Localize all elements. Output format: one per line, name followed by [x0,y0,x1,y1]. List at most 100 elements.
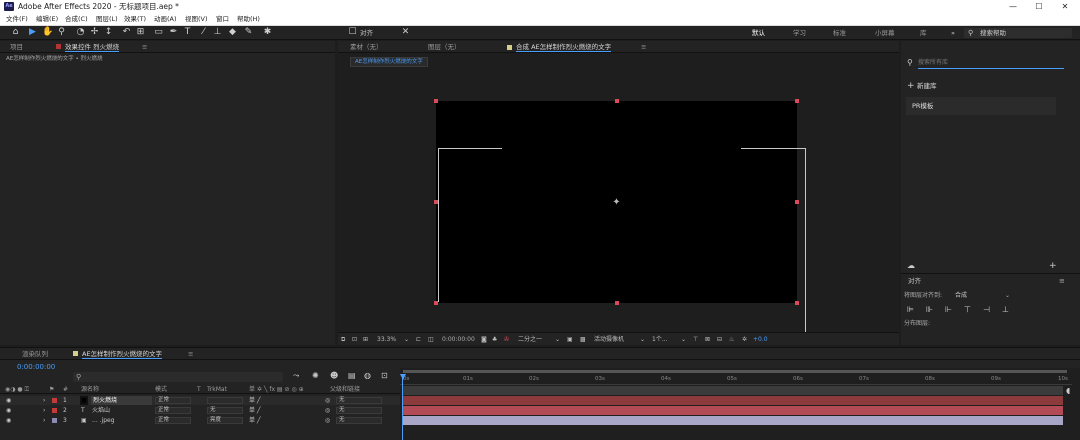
views-dropdown[interactable]: 1个... [652,334,668,345]
column-mode[interactable]: 模式 [155,385,167,394]
layer-label-color[interactable] [52,408,57,413]
menu-file[interactable]: 文件(F) [6,14,28,25]
timeline-current-time[interactable]: 0:00:00:00 [17,362,55,372]
clone-stamp-tool-icon[interactable]: ⊥ [212,27,223,38]
fast-previews-icon[interactable]: ⊠ [705,334,710,345]
snap-options-icon[interactable]: ✕ [400,27,411,38]
column-trkmat[interactable]: TrkMat [207,385,227,394]
region-of-interest-icon[interactable]: ▣ [567,334,573,345]
expand-arrow-icon[interactable]: › [43,406,45,415]
transform-handle[interactable] [795,99,799,103]
library-item[interactable]: PR模板 [906,97,1056,115]
eye-icon[interactable]: ◉ [6,416,11,425]
roto-brush-tool-icon[interactable]: ✎ [243,27,254,38]
pan-tool-icon[interactable]: ✢ [89,27,100,38]
rectangle-tool-icon[interactable]: ▭ [153,27,164,38]
zoom-dropdown[interactable]: 33.3% [377,334,396,345]
menu-edit[interactable]: 编辑(E) [36,14,58,25]
workspace-standard[interactable]: 标准 [833,28,846,38]
chevron-down-icon[interactable]: ⌄ [555,334,560,345]
visibility-column-icon[interactable]: ◉◑ ● ⚿ [5,385,29,394]
library-search-input[interactable]: 搜索所有库 [918,58,1064,69]
menu-layer[interactable]: 图层(L) [96,14,118,25]
tab-footage[interactable]: 素材（无） [350,41,383,53]
home-icon[interactable]: ⌂ [10,27,21,38]
maximize-button[interactable]: ☐ [1026,0,1052,13]
comp-breadcrumb-chip[interactable]: AE怎样制作烈火燃烧的文字 [350,57,428,67]
motion-blur-icon[interactable]: ◍ [364,370,371,382]
toggle-transparency-icon[interactable]: ▩ [580,334,586,345]
transform-handle[interactable] [795,200,799,204]
comp-flowchart-icon[interactable]: ⤳ [293,370,299,382]
grid-icon[interactable]: ⊞ [363,334,368,345]
tab-project[interactable]: 项目 [10,41,23,53]
tab-render-queue[interactable]: 渲染队列 [22,348,48,360]
menu-animation[interactable]: 动画(A) [154,14,177,25]
tab-timeline-comp[interactable]: AE怎样制作烈火燃烧的文字 [82,348,163,360]
layer-row[interactable]: ◉ › 2 T 火焰山 正常 无 单 ╱ ◎ 无 [0,406,400,415]
toggle-pixel-aspect-icon[interactable]: ⊤ [693,334,698,345]
align-bottom-icon[interactable]: ⊥ [1002,305,1009,315]
layer-name[interactable]: 火焰山 [92,406,110,415]
orbit-tool-icon[interactable]: ◔ [75,27,86,38]
layer-label-color[interactable] [52,398,57,403]
expand-arrow-icon[interactable]: › [43,396,45,405]
workspace-default[interactable]: 默认 [752,28,765,38]
add-icon[interactable]: + [907,81,915,91]
snap-checkbox-icon[interactable]: ☐ [347,27,358,38]
layer-parent-dropdown[interactable]: 无 [336,417,382,424]
layer-search-input[interactable]: ⚲ [73,372,283,382]
layer-name[interactable]: 烈火燃烧 [91,396,152,405]
playhead-line[interactable] [402,378,403,440]
layer-trkmat-dropdown[interactable]: 亮度 [207,417,243,424]
layer-mode-dropdown[interactable]: 正常 [155,407,191,414]
layer-parent-dropdown[interactable]: 无 [336,407,382,414]
menu-view[interactable]: 视图(V) [185,14,208,25]
align-center-h-icon[interactable]: ⊪ [926,305,933,315]
exposure-value[interactable]: +0.0 [753,334,768,345]
menu-window[interactable]: 窗口 [216,14,229,25]
pick-whip-icon[interactable]: ◎ [325,396,330,405]
layer-duration-bar[interactable] [403,396,1063,405]
expand-arrow-icon[interactable]: › [43,416,45,425]
frame-blending-icon[interactable]: ▤ [348,370,356,382]
layer-row[interactable]: ◉ › 3 ▣ ... .jpeg 正常 亮度 单 ╱ ◎ 无 [0,416,400,425]
puppet-tool-icon[interactable]: ✱ [262,27,273,38]
fit-icon[interactable]: ⊏ [416,334,421,345]
brush-tool-icon[interactable]: ⁄ [198,27,209,38]
always-preview-icon[interactable]: ⧉ [341,334,345,345]
timeline-icon[interactable]: ⊟ [717,334,722,345]
eraser-tool-icon[interactable]: ◆ [227,27,238,38]
column-source-name[interactable]: 源名称 [81,385,99,394]
layer-mode-dropdown[interactable]: 正常 [155,417,191,424]
chevron-down-icon[interactable]: ⌄ [640,334,645,345]
layer-trkmat-dropdown[interactable] [207,397,243,404]
hand-tool-icon[interactable]: ✋ [42,27,53,38]
chevron-down-icon[interactable]: ⌄ [681,334,686,345]
timeline-menu-icon[interactable]: ≡ [188,348,193,360]
transform-handle[interactable] [795,301,799,305]
tab-layer[interactable]: 图层（无） [428,41,461,53]
align-center-v-icon[interactable]: ⊣ [983,305,990,315]
align-right-icon[interactable]: ⊩ [945,305,952,315]
workspace-small-screen[interactable]: 小屏幕 [875,28,895,38]
workspace-libraries[interactable]: 库 [920,28,927,38]
dolly-tool-icon[interactable]: ↕ [103,27,114,38]
layer-row[interactable]: ◉ › 1 ■ 烈火燃烧 正常 单 ╱ ◎ 无 [0,396,400,405]
work-area-bar[interactable] [403,370,1067,373]
collapse-switch-icon[interactable]: 单 ╱ [249,396,261,405]
layer-label-color[interactable] [52,418,57,423]
align-panel-menu-icon[interactable]: ≡ [1059,276,1065,286]
type-tool-icon[interactable]: T [182,27,193,38]
align-top-icon[interactable]: ⊤ [964,305,971,315]
chevron-down-icon[interactable]: ⌄ [404,334,409,345]
draft-3d-icon[interactable]: ✺ [312,370,319,382]
graph-editor-icon[interactable]: ⊡ [381,370,388,382]
minimize-button[interactable]: — [1000,0,1026,13]
close-button[interactable]: ✕ [1052,0,1078,13]
collapse-switch-icon[interactable]: 单 ╱ [249,406,261,415]
creative-cloud-icon[interactable]: ☁ [907,261,915,271]
chevron-down-icon[interactable]: ⌄ [1005,291,1010,300]
align-left-icon[interactable]: ⊫ [907,305,914,315]
eye-icon[interactable]: ◉ [6,396,11,405]
